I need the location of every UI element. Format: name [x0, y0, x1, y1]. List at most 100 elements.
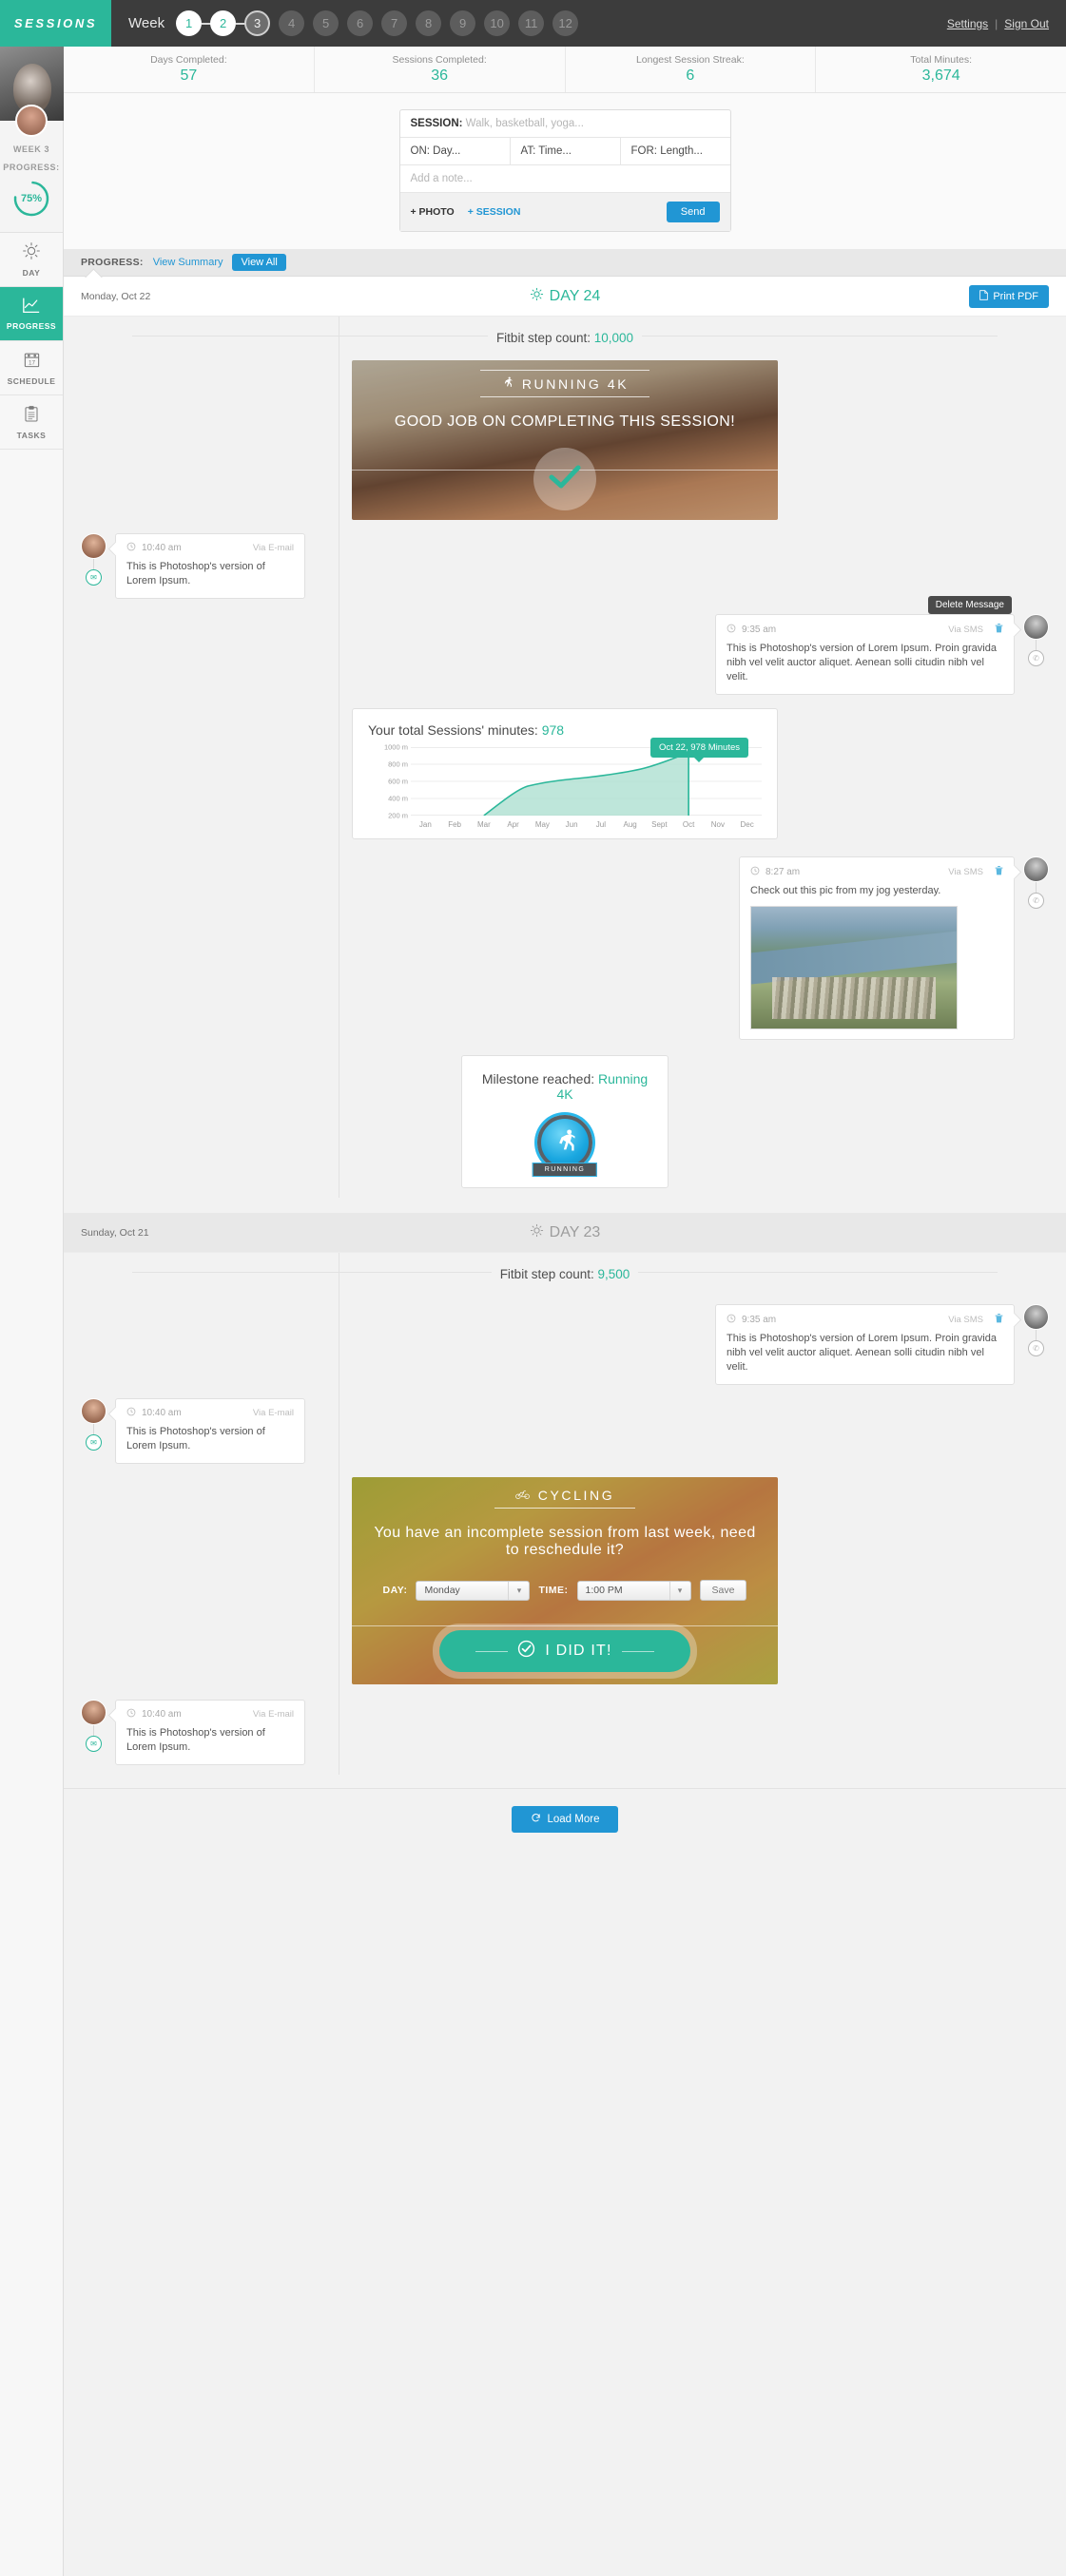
message-row: 8:27 am Via SMS Check out this pic from … — [64, 856, 1066, 1040]
add-photo-button[interactable]: + PHOTO — [411, 206, 455, 218]
day-header-24: Monday, Oct 22 DAY 24 Print PDF — [64, 277, 1066, 317]
week-pill-10[interactable]: 10 — [484, 10, 511, 36]
message-text: This is Photoshop's version of Lorem Ips… — [126, 1426, 265, 1451]
delete-icon[interactable] — [995, 623, 1003, 636]
message-via: Via E-mail — [252, 1709, 294, 1720]
day-title: DAY 24 — [549, 287, 601, 304]
day-select[interactable]: Monday ▾ — [416, 1580, 531, 1601]
avatar[interactable] — [81, 1398, 107, 1424]
delete-message-tooltip: Delete Message — [927, 596, 1012, 614]
week-pill-9[interactable]: 9 — [450, 10, 476, 36]
for-input[interactable]: Length... — [660, 145, 703, 157]
session-input[interactable]: Walk, basketball, yoga... — [466, 118, 584, 129]
avatar[interactable] — [81, 1700, 107, 1725]
week-pill-7[interactable]: 7 — [381, 10, 408, 36]
message-via: Via SMS — [948, 624, 983, 635]
stat-label: Days Completed: — [150, 54, 227, 66]
message-avatar-col: ✉ — [81, 533, 107, 599]
time-select[interactable]: 1:00 PM ▾ — [576, 1580, 691, 1601]
week-pill-11[interactable]: 11 — [518, 10, 545, 36]
message-time: 9:35 am — [742, 624, 777, 635]
clock-icon — [750, 866, 760, 878]
session-hero-message: You have an incomplete session from last… — [374, 1525, 756, 1558]
top-bar: SESSIONS Week 1 2 3 4 5 6 7 8 9 10 11 12… — [0, 0, 1066, 47]
avatar[interactable] — [81, 533, 107, 559]
message-bubble: 10:40 am Via E-mail This is Photoshop's … — [115, 1700, 305, 1765]
session-field-row[interactable]: SESSION: Walk, basketball, yoga... — [399, 110, 730, 138]
step-count-value: 9,500 — [597, 1267, 630, 1281]
avatar-stem — [93, 559, 94, 569]
did-it-button[interactable]: I DID IT! — [439, 1630, 690, 1672]
week-pill-1[interactable]: 1 — [176, 10, 212, 36]
week-pill-5[interactable]: 5 — [313, 10, 339, 36]
stat-sessions-completed: Sessions Completed: 36 — [315, 47, 566, 92]
day-header-23: Sunday, Oct 21 DAY 23 — [64, 1213, 1066, 1253]
load-more-button[interactable]: Load More — [511, 1806, 619, 1833]
sidebar-item-day[interactable]: DAY — [0, 233, 63, 287]
step-count-24: Fitbit step count: 10,000 — [64, 317, 1066, 355]
note-input[interactable]: Add a note... — [411, 173, 473, 184]
stat-total-minutes: Total Minutes: 3,674 — [816, 47, 1066, 92]
sidebar-item-progress[interactable]: PROGRESS — [0, 287, 63, 341]
sidebar-item-tasks[interactable]: TASKS — [0, 395, 63, 450]
view-all-button[interactable]: View All — [232, 254, 286, 271]
schedule-fields-row: ON: Day... AT: Time... FOR: Length... — [399, 138, 730, 165]
at-field[interactable]: AT: Time... — [511, 138, 621, 164]
settings-link[interactable]: Settings — [947, 17, 988, 30]
avatar[interactable] — [1023, 856, 1049, 882]
x-tick: Sept — [651, 820, 668, 829]
week-navigation: Week 1 2 3 4 5 6 7 8 9 10 11 12 — [111, 0, 947, 47]
svg-text:17: 17 — [28, 359, 35, 366]
for-label: FOR: — [630, 145, 657, 157]
session-kind-label: RUNNING 4K — [521, 375, 630, 392]
avatar[interactable] — [1023, 614, 1049, 640]
chart-title-value: 978 — [541, 722, 565, 738]
week-pill-2[interactable]: 2 — [210, 10, 246, 36]
chart-line-icon — [22, 297, 41, 318]
sign-out-link[interactable]: Sign Out — [1004, 17, 1049, 30]
add-session-button[interactable]: + SESSION — [468, 206, 521, 218]
milestone-text: Milestone reached: Running 4K — [475, 1071, 654, 1102]
app-logo[interactable]: SESSIONS — [0, 0, 111, 47]
sms-icon: ✆ — [1028, 1340, 1044, 1356]
composer-area: SESSION: Walk, basketball, yoga... ON: D… — [64, 93, 1066, 249]
week-pill-4[interactable]: 4 — [279, 10, 305, 36]
save-button[interactable]: Save — [699, 1580, 747, 1601]
week-pill-12[interactable]: 12 — [552, 10, 579, 36]
message-avatar-col: ✆ — [1023, 856, 1049, 1040]
x-tick: Apr — [507, 820, 519, 829]
on-input[interactable]: Day... — [433, 145, 460, 157]
delete-icon[interactable] — [995, 865, 1003, 878]
message-bubble: 9:35 am Via SMS This is Photoshop's vers… — [715, 1304, 1015, 1385]
note-field-row[interactable]: Add a note... — [399, 165, 730, 193]
message-text: This is Photoshop's version of Lorem Ips… — [126, 561, 265, 586]
day-title-wrap: DAY 24 — [64, 287, 1066, 306]
message-bubble: 9:35 am Via SMS This is Photoshop's vers… — [715, 614, 1015, 695]
sidebar-item-schedule[interactable]: 17 SCHEDULE — [0, 341, 63, 395]
time-select-label: TIME: — [538, 1585, 569, 1596]
on-field[interactable]: ON: Day... — [400, 138, 511, 164]
week-pill-6[interactable]: 6 — [347, 10, 374, 36]
sun-icon — [530, 287, 544, 306]
stat-label: Sessions Completed: — [392, 54, 487, 66]
stat-value: 6 — [686, 67, 695, 84]
message-photo[interactable] — [750, 906, 958, 1029]
send-button[interactable]: Send — [666, 202, 720, 222]
message-text: This is Photoshop's version of Lorem Ips… — [126, 1727, 265, 1753]
chart-tooltip: Oct 22, 978 Minutes — [649, 738, 748, 762]
avatar[interactable] — [15, 105, 48, 137]
day-title-wrap: DAY 23 — [64, 1223, 1066, 1242]
week-pill-3[interactable]: 3 — [244, 10, 271, 36]
view-summary-link[interactable]: View Summary — [153, 257, 223, 268]
at-input[interactable]: Time... — [538, 145, 572, 157]
print-pdf-button[interactable]: Print PDF — [969, 284, 1049, 308]
week-pill-8[interactable]: 8 — [416, 10, 442, 36]
avatar[interactable] — [1023, 1304, 1049, 1330]
profile-block: WEEK 3 PROGRESS: 75% — [0, 47, 64, 233]
chart-x-axis: Jan Feb Mar Apr May Jun Jul Aug Sept Oct… — [411, 820, 762, 829]
sessions-minutes-chart-card: Your total Sessions' minutes: 978 1000 m… — [352, 708, 778, 839]
delete-icon[interactable] — [995, 1313, 1003, 1326]
step-count-label: Fitbit step count: — [495, 331, 591, 345]
for-field[interactable]: FOR: Length... — [621, 138, 730, 164]
step-count-23: Fitbit step count: 9,500 — [64, 1253, 1066, 1291]
